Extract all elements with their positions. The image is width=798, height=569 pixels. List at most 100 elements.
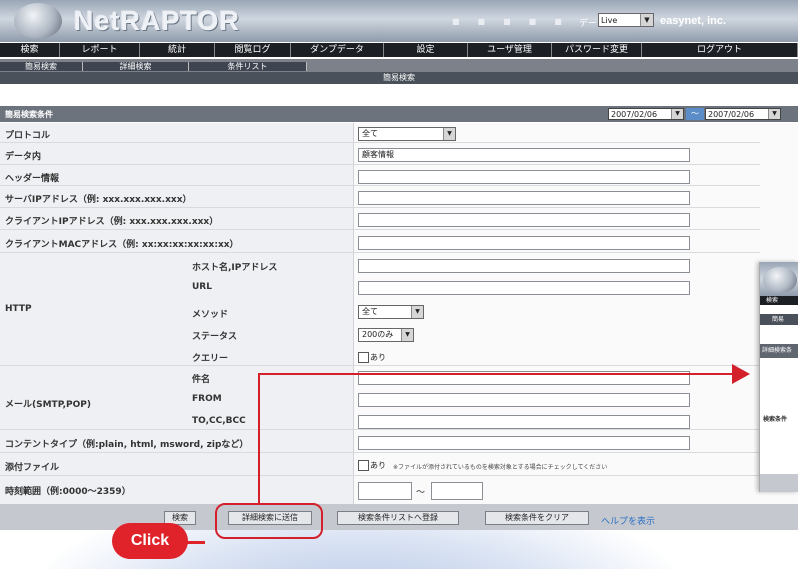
time-to-input[interactable] [431,482,483,500]
row-divider [0,229,760,230]
app-logo: NetRAPTOR [74,6,241,36]
nav-search[interactable]: 検索 [0,43,60,57]
content-type-input[interactable] [358,436,690,450]
date-range-separator: ～ [686,108,704,120]
header-info-input[interactable] [358,170,690,184]
chevron-down-icon: ▼ [671,109,683,119]
server-ip-input[interactable] [358,191,690,205]
protocol-value: 全て [362,129,378,138]
row-divider [0,142,760,143]
netraptor-window: NetRAPTOR ■■■■■ データ Live ▼ easynet, inc.… [0,0,798,530]
date-to-value: 2007/02/06 [708,110,755,119]
logo-emblem-icon [763,267,797,293]
main-nav: 検索 レポート 統計 閲覧ログ ダンプデータ 設定 ユーザ管理 パスワード変更 … [0,43,798,57]
row-divider [0,365,760,366]
decorative-dots: ■■■■■ [452,17,580,26]
http-query-checkbox[interactable] [358,352,369,363]
data-content-label: データ内 [5,152,42,162]
http-status-select[interactable]: 200のみ ▼ [358,328,414,342]
tab-condition-list[interactable]: 条件リスト [189,62,307,71]
click-badge: Click [112,523,188,559]
http-method-select[interactable]: 全て ▼ [358,305,424,319]
attachment-label: 添付ファイル [5,463,60,473]
mail-group-label: メール(SMTP,POP) [5,400,92,410]
row-divider [0,164,760,165]
mail-to-input[interactable] [358,415,690,429]
http-url-input[interactable] [358,281,690,295]
attachment-checkbox[interactable] [358,460,369,471]
chevron-down-icon: ▼ [443,128,455,140]
row-divider [0,185,760,186]
http-method-value: 全て [362,307,378,316]
date-to-select[interactable]: 2007/02/06 ▼ [705,108,781,120]
clear-conditions-button[interactable]: 検索条件をクリア [485,511,589,525]
preview-header [760,262,798,296]
http-group-label: HTTP [5,304,32,314]
http-status-label: ステータス [192,332,238,342]
row-divider [0,452,760,453]
data-content-input[interactable]: 顧客情報 [358,148,690,162]
row-divider [0,475,760,476]
http-url-label: URL [192,282,212,292]
mail-from-input[interactable] [358,393,690,407]
chevron-down-icon: ▼ [401,329,413,341]
chevron-down-icon: ▼ [768,109,780,119]
http-host-label: ホスト名,IPアドレス [192,263,278,273]
sub-nav: 簡易検索 詳細検索 条件リスト 簡易検索 [0,59,798,84]
tab-detailed-search[interactable]: 詳細検索 [83,62,189,71]
column-divider [353,123,354,504]
search-form: プロトコル 全て ▼ データ内 顧客情報 ヘッダー情報 サーバIPアドレス（例:… [0,123,798,504]
preview-footer [760,474,798,492]
content-type-label: コンテントタイプ（例:plain, html, msword, zipなど） [5,440,249,450]
nav-logout[interactable]: ログアウト [642,43,798,57]
mail-subject-label: 件名 [192,375,211,385]
tab-simple-search[interactable]: 簡易検索 [0,62,83,71]
http-host-input[interactable] [358,259,690,273]
nav-user-management[interactable]: ユーザ管理 [468,43,552,57]
nav-change-password[interactable]: パスワード変更 [552,43,642,57]
protocol-select[interactable]: 全て ▼ [358,127,456,141]
page-title: 簡易検索 [0,72,798,84]
preview-subnav: 簡易 [760,314,798,325]
time-from-input[interactable] [358,482,412,500]
mail-to-label: TO,CC,BCC [192,416,246,426]
data-source-select[interactable]: Live ▼ [598,13,654,27]
app-header: NetRAPTOR ■■■■■ データ Live ▼ easynet, inc. [0,0,798,42]
nav-settings[interactable]: 設定 [384,43,468,57]
client-mac-input[interactable] [358,236,690,250]
row-divider [0,207,760,208]
chevron-down-icon: ▼ [411,306,423,318]
register-condition-list-button[interactable]: 検索条件リストへ登録 [337,511,459,525]
time-range-separator: ～ [416,488,426,498]
mail-from-label: FROM [192,394,222,404]
date-from-select[interactable]: 2007/02/06 ▼ [608,108,684,120]
row-divider [0,429,760,430]
nav-browse-log[interactable]: 閲覧ログ [215,43,291,57]
preview-condition-bar: 詳細検索条 [760,344,798,358]
nav-report[interactable]: レポート [60,43,140,57]
detailed-search-preview: 検索 簡易 詳細検索条 検索条件 [759,262,798,492]
preview-nav: 検索 [760,296,798,305]
help-link[interactable]: ヘルプを表示 [601,514,655,527]
logo-emblem-icon [14,3,62,39]
annotation-connector-vertical [258,373,260,505]
company-name: easynet, inc. [660,15,727,27]
client-mac-label: クライアントMACアドレス（例: xx:xx:xx:xx:xx:xx） [5,240,239,250]
attachment-checkbox-label: あり [370,461,386,470]
time-range-label: 時刻範囲（例:0000～2359） [5,487,131,497]
data-source-value: Live [601,16,618,25]
client-ip-input[interactable] [358,213,690,227]
date-from-value: 2007/02/06 [611,110,658,119]
http-status-value: 200のみ [362,330,394,339]
nav-statistics[interactable]: 統計 [140,43,215,57]
protocol-label: プロトコル [5,131,51,141]
nav-dump-data[interactable]: ダンプデータ [291,43,384,57]
http-query-checkbox-label: あり [370,353,386,362]
http-query-label: クエリー [192,354,229,364]
preview-condition-label: 検索条件 [763,416,788,423]
row-divider [0,252,760,253]
condition-header-bar: 簡易検索条件 2007/02/06 ▼ ～ 2007/02/06 ▼ [0,106,798,122]
annotation-connector-horizontal [258,373,734,375]
client-ip-label: クライアントIPアドレス（例: xxx.xxx.xxx.xxx） [5,217,219,227]
condition-header-label: 簡易検索条件 [5,110,53,119]
